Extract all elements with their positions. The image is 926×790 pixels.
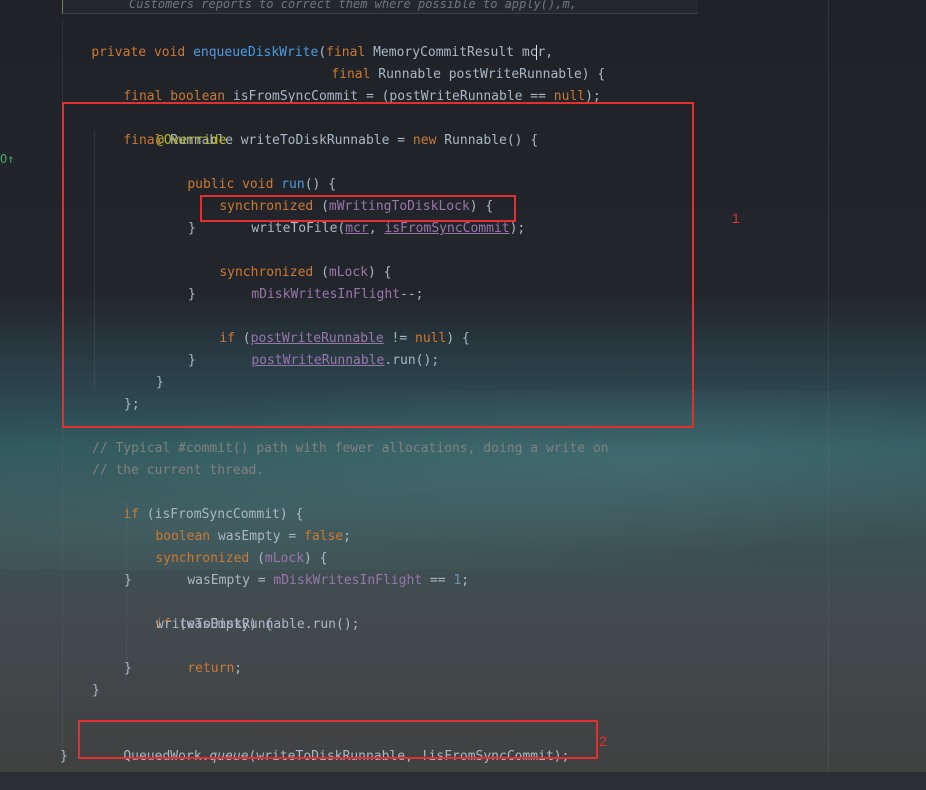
code-line: } [124,661,132,676]
annotation-label-2: 2 [599,733,607,749]
annotation-box-2 [78,720,598,759]
code-comment: // the current thread. [92,463,265,478]
annotation-box-writetofile [200,195,516,222]
code-line: } [124,573,132,588]
annotation-box-1 [62,102,694,428]
folded-comment: Customers reports to correct them where … [62,0,698,14]
code-line: if (isFromSyncCommit) { [123,507,304,522]
code-line: writeToDiskRunnable.run(); [156,617,360,632]
code-line: synchronized (mLock) { [155,551,328,566]
code-line: boolean wasEmpty = false; [155,529,351,544]
code-line: } [92,683,100,698]
code-line: wasEmpty = mDiskWritesInFlight == 1; [187,573,470,588]
code-comment: // Typical #commit() path with fewer all… [92,441,609,456]
code-line: if (wasEmpty) { [155,617,273,632]
annotation-label-1: 1 [732,210,740,226]
code-line: } [60,749,68,764]
code-line: private void enqueueDiskWrite(final Memo… [91,45,554,60]
code-line: final boolean isFromSyncCommit = (postWr… [123,89,601,104]
indent-guide [828,0,829,772]
code-line: return; [187,661,243,676]
override-gutter-icon[interactable]: O↑ [0,152,14,166]
code-line: final Runnable postWriteRunnable) { [331,67,606,82]
